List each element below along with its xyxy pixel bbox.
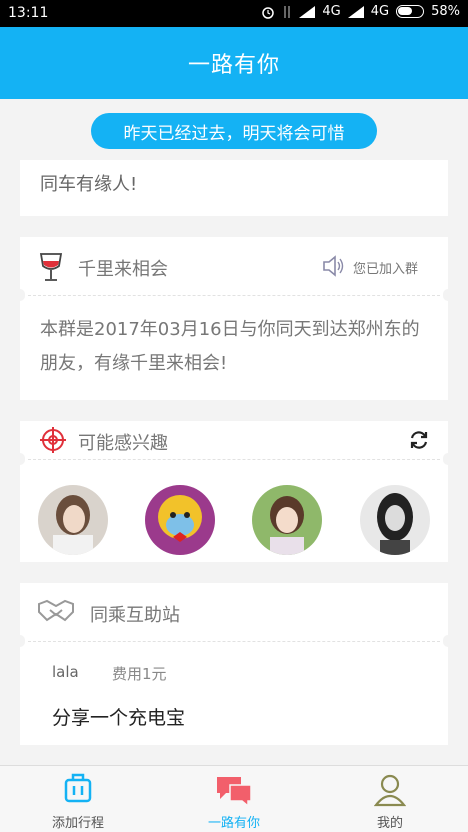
app-header: 一路有你 (0, 27, 468, 99)
tab-profile[interactable]: 我的 (312, 766, 468, 832)
person-icon (374, 774, 406, 807)
card-notch-left (15, 635, 25, 647)
post-title[interactable]: 分享一个充电宝 (52, 703, 185, 730)
alarm-icon (262, 6, 275, 19)
avatar-image (145, 485, 215, 555)
card-notch-right (443, 453, 453, 465)
previous-card: 同车有缘人! (20, 160, 448, 216)
avatar[interactable] (252, 485, 322, 555)
group-description: 本群是2017年03月16日与你同天到达郑州东的朋友，有缘千里来相会! (40, 319, 420, 374)
avatar-image (38, 485, 108, 555)
interest-card: 可能感兴趣 (15, 421, 453, 562)
tab-together[interactable]: 一路有你 (156, 766, 312, 832)
tab-label: 一路有你 (207, 816, 260, 831)
bottom-tab-bar: 添加行程 一路有你 我的 (0, 765, 468, 832)
card-notch-left (15, 289, 25, 301)
avatar-image (252, 485, 322, 555)
interest-card-header: 可能感兴趣 (20, 421, 448, 459)
avatar[interactable] (145, 485, 215, 555)
speaker-icon (323, 255, 344, 277)
help-card-header: 同乘互助站 (20, 583, 448, 641)
previous-card-text: 同车有缘人! (40, 174, 138, 195)
group-card-title: 千里来相会 (78, 259, 168, 280)
battery-icon (396, 5, 425, 18)
wine-glass-icon (39, 253, 63, 281)
group-card-header: 千里来相会 您已加入群 (20, 237, 448, 295)
joined-label[interactable]: 您已加入群 (353, 258, 418, 277)
divider (28, 641, 440, 642)
page-title: 一路有你 (187, 53, 280, 78)
help-station-card[interactable]: 同乘互助站 lala 费用1元 分享一个充电宝 (15, 583, 453, 745)
status-time: 13:11 (8, 5, 49, 21)
post-fee: 费用1元 (112, 665, 167, 683)
luggage-icon (64, 773, 92, 803)
status-bar: 13:11 4G 4G 58% (0, 0, 468, 27)
vibrate-icon (284, 5, 291, 18)
handshake-icon (38, 599, 74, 622)
target-icon (40, 427, 66, 453)
card-notch-right (443, 635, 453, 647)
battery-level: 58% (431, 4, 460, 19)
card-notch-left (15, 453, 25, 465)
avatar-image (360, 485, 430, 555)
avatar[interactable] (360, 485, 430, 555)
tab-add-trip[interactable]: 添加行程 (0, 766, 156, 832)
interest-card-title: 可能感兴趣 (78, 433, 168, 454)
slogan-text: 昨天已经过去，明天将会可惜 (123, 123, 345, 144)
post-user: lala (52, 663, 79, 681)
card-notch-right (443, 289, 453, 301)
signal-icon-2 (347, 5, 364, 18)
network-type-2: 4G (370, 4, 390, 19)
tab-label: 添加行程 (51, 816, 104, 831)
chat-bubbles-icon (217, 777, 252, 807)
divider (28, 459, 440, 460)
help-card-title: 同乘互助站 (90, 605, 180, 626)
status-icons: 4G 4G 58% (261, 4, 460, 19)
slogan-badge: 昨天已经过去，明天将会可惜 (91, 113, 377, 149)
tab-label: 我的 (376, 816, 403, 831)
avatar[interactable] (38, 485, 108, 555)
network-type: 4G (322, 4, 341, 19)
group-card[interactable]: 千里来相会 您已加入群 本群是2017年03月16日与你同天到达郑州东的朋友，有… (15, 237, 453, 400)
refresh-icon[interactable] (408, 429, 430, 451)
signal-icon (299, 5, 316, 18)
divider (28, 295, 440, 296)
